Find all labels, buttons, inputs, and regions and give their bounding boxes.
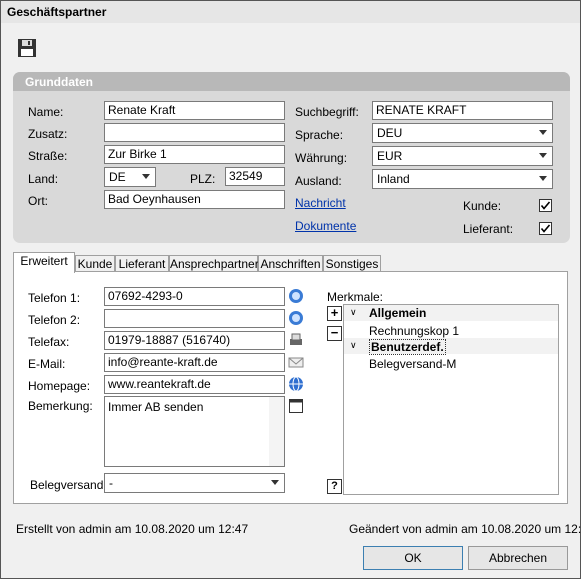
tab-erweitert[interactable]: Erweitert <box>13 252 75 273</box>
chevron-down-icon <box>142 174 150 179</box>
merkmale-tree[interactable]: ∨ Allgemein Rechnungskop 1 ∨ Benutzerdef… <box>343 304 559 495</box>
title-bar: Geschäftspartner <box>1 1 580 23</box>
email-label: E-Mail: <box>28 357 66 371</box>
cancel-button[interactable]: Abbrechen <box>468 546 568 570</box>
telefon1-field[interactable]: 07692-4293-0 <box>104 287 285 306</box>
email-field[interactable]: info@reante-kraft.de <box>104 353 285 372</box>
save-disk-icon[interactable] <box>17 38 37 58</box>
nachricht-link[interactable]: Nachricht <box>295 196 346 210</box>
name-field[interactable]: Renate Kraft <box>104 101 285 120</box>
land-select[interactable]: DE <box>104 167 156 187</box>
belegversand-label: Belegversand: <box>30 478 107 492</box>
ort-label: Ort: <box>28 194 48 208</box>
ort-field[interactable]: Bad Oeynhausen <box>104 190 285 209</box>
plz-field[interactable]: 32549 <box>225 167 285 186</box>
chevron-down-icon <box>539 153 547 158</box>
tree-group-allgemein[interactable]: Allgemein <box>369 306 426 320</box>
tab-sonstiges[interactable]: Sonstiges <box>323 255 381 272</box>
ausland-select[interactable]: Inland <box>372 169 553 189</box>
telefon2-field[interactable] <box>104 309 285 328</box>
tree-item[interactable]: Rechnungskop 1 <box>369 324 459 338</box>
merkmale-label: Merkmale: <box>327 290 384 304</box>
tab-anschriften[interactable]: Anschriften <box>258 255 323 272</box>
phone-dial-icon[interactable] <box>288 310 304 326</box>
homepage-field[interactable]: www.reantekraft.de <box>104 375 285 394</box>
bemerkung-label: Bemerkung: <box>28 399 93 413</box>
bemerkung-text: Immer AB senden <box>108 400 204 414</box>
dokumente-link[interactable]: Dokumente <box>295 219 356 233</box>
ausland-value: Inland <box>377 172 410 186</box>
tab-lieferant[interactable]: Lieferant <box>115 255 169 272</box>
fax-icon[interactable] <box>288 332 304 348</box>
help-button[interactable]: ? <box>327 479 342 494</box>
suchbegriff-field[interactable]: RENATE KRAFT <box>372 101 553 120</box>
land-value: DE <box>109 170 126 184</box>
sprache-select[interactable]: DEU <box>372 123 553 143</box>
tree-group-benutzerdef[interactable]: Benutzerdef. <box>369 339 446 355</box>
grunddaten-header: Grunddaten <box>13 72 570 91</box>
chevron-down-icon[interactable]: ∨ <box>350 340 357 351</box>
strasse-label: Straße: <box>28 149 68 163</box>
modified-info: Geändert von admin am 10.08.2020 um 12:4… <box>349 522 581 536</box>
window-title: Geschäftspartner <box>7 5 107 19</box>
telefax-label: Telefax: <box>28 335 70 349</box>
telefax-field[interactable]: 01979-18887 (516740) <box>104 331 285 350</box>
belegversand-select[interactable]: - <box>104 473 285 493</box>
zusatz-label: Zusatz: <box>28 127 68 141</box>
chevron-down-icon <box>271 480 279 485</box>
ok-button[interactable]: OK <box>363 546 463 570</box>
expand-all-button[interactable]: + <box>327 306 342 321</box>
lieferant-label: Lieferant: <box>463 222 514 236</box>
chevron-down-icon <box>539 130 547 135</box>
waehrung-value: EUR <box>377 149 403 163</box>
bemerkung-textarea[interactable]: Immer AB senden <box>104 396 285 467</box>
waehrung-select[interactable]: EUR <box>372 146 553 166</box>
sprache-value: DEU <box>377 126 403 140</box>
kunde-label: Kunde: <box>463 199 502 213</box>
land-label: Land: <box>28 172 59 186</box>
tree-item[interactable]: Belegversand-M <box>369 357 456 371</box>
plz-label: PLZ: <box>190 172 216 186</box>
lieferant-checkbox[interactable] <box>539 222 552 235</box>
name-label: Name: <box>28 105 64 119</box>
kunde-checkbox[interactable] <box>539 199 552 212</box>
collapse-all-button[interactable]: − <box>327 326 342 341</box>
tab-kunde[interactable]: Kunde <box>75 255 115 272</box>
strasse-field[interactable]: Zur Birke 1 <box>104 145 285 164</box>
zusatz-field[interactable] <box>104 123 285 142</box>
checkmark-icon <box>540 224 551 233</box>
globe-icon[interactable] <box>288 376 304 392</box>
telefon2-label: Telefon 2: <box>28 313 81 327</box>
phone-dial-icon[interactable] <box>288 288 304 304</box>
mail-icon[interactable] <box>288 354 304 370</box>
ausland-label: Ausland: <box>295 174 342 188</box>
belegversand-value: - <box>109 476 113 490</box>
grunddaten-title: Grunddaten <box>25 75 93 89</box>
created-info: Erstellt von admin am 10.08.2020 um 12:4… <box>16 522 249 536</box>
chevron-down-icon <box>539 176 547 181</box>
tab-ansprechpartner[interactable]: Ansprechpartner <box>169 255 259 272</box>
suchbegriff-label: Suchbegriff: <box>295 105 359 119</box>
waehrung-label: Währung: <box>295 151 348 165</box>
notes-edit-icon[interactable] <box>288 398 304 414</box>
bemerkung-scrollbar[interactable] <box>269 397 284 466</box>
homepage-label: Homepage: <box>28 379 91 393</box>
sprache-label: Sprache: <box>295 128 344 142</box>
checkmark-icon <box>540 201 551 210</box>
telefon1-label: Telefon 1: <box>28 291 81 305</box>
chevron-down-icon[interactable]: ∨ <box>350 307 357 318</box>
